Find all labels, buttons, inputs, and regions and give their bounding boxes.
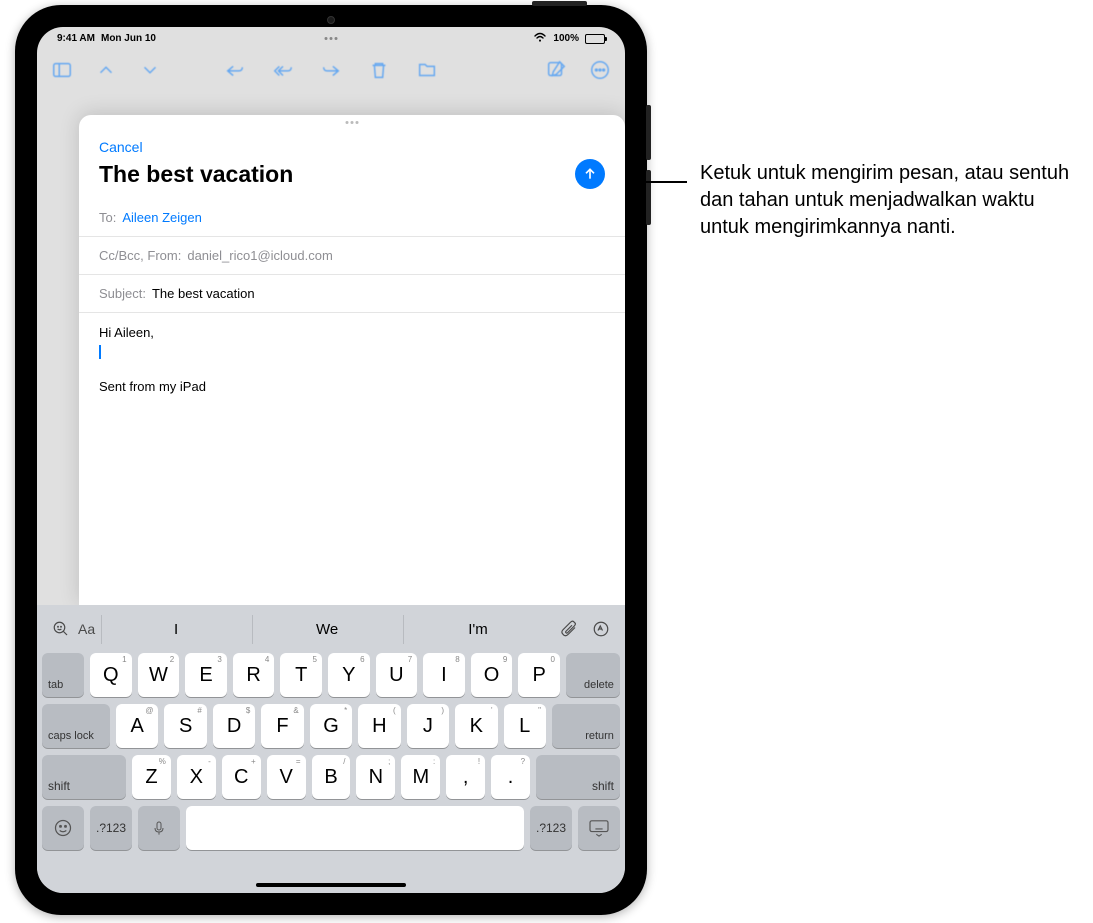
key-y[interactable]: 6Y — [328, 653, 370, 697]
ccbcc-field[interactable]: Cc/Bcc, From: daniel_rico1@icloud.com — [79, 237, 625, 275]
subject-field[interactable]: Subject: The best vacation — [79, 275, 625, 313]
key-z[interactable]: %Z — [132, 755, 171, 799]
key-q[interactable]: 1Q — [90, 653, 132, 697]
markup-icon[interactable] — [586, 614, 616, 644]
key-m[interactable]: :M — [401, 755, 440, 799]
arrow-up-icon — [582, 166, 598, 182]
shift-right-key[interactable]: shift — [536, 755, 620, 799]
battery-percent: 100% — [553, 33, 579, 44]
dismiss-keyboard-key[interactable] — [578, 806, 620, 850]
text-cursor — [99, 345, 101, 359]
key-i[interactable]: 8I — [423, 653, 465, 697]
volume-up-button[interactable] — [646, 105, 651, 160]
key-row-3: shift %Z -X +C =V /B ;N :M !, ?. shift — [42, 755, 620, 799]
to-label: To: — [99, 210, 116, 225]
suggestion-1[interactable]: I — [101, 615, 250, 644]
prev-message-icon[interactable] — [95, 59, 117, 81]
battery-icon — [585, 34, 605, 44]
body-greeting: Hi Aileen, — [99, 325, 605, 341]
key-l[interactable]: "L — [504, 704, 546, 748]
key-a[interactable]: @A — [116, 704, 158, 748]
message-body[interactable]: Hi Aileen, Sent from my iPad — [79, 313, 625, 605]
numbers-key-left[interactable]: .?123 — [90, 806, 132, 850]
key-s[interactable]: #S — [164, 704, 206, 748]
attachment-icon[interactable] — [554, 614, 584, 644]
compose-title: The best vacation — [99, 161, 293, 188]
key-row-1: tab 1Q 2W 3E 4R 5T 6Y 7U 8I 9O 0P delete — [42, 653, 620, 697]
cancel-button[interactable]: Cancel — [99, 139, 143, 155]
dictation-key[interactable] — [138, 806, 180, 850]
status-center-dots — [325, 37, 338, 40]
suggestion-3[interactable]: I'm — [403, 615, 552, 644]
key-h[interactable]: (H — [358, 704, 400, 748]
subject-value: The best vacation — [152, 286, 255, 301]
numbers-key-right[interactable]: .?123 — [530, 806, 572, 850]
key-row-2: caps lock @A #S $D &F *G (H )J 'K "L ret… — [42, 704, 620, 748]
ipad-device-frame: 9:41 AM Mon Jun 10 100% — [15, 5, 647, 915]
key-t[interactable]: 5T — [280, 653, 322, 697]
power-button[interactable] — [532, 1, 587, 6]
capslock-key[interactable]: caps lock — [42, 704, 110, 748]
to-recipient[interactable]: Aileen Zeigen — [122, 210, 202, 225]
suggestion-bar: Aa I We I'm — [42, 609, 620, 649]
ccbcc-label: Cc/Bcc, From: — [99, 248, 181, 263]
key-r[interactable]: 4R — [233, 653, 275, 697]
mail-toolbar — [37, 49, 625, 91]
status-bar: 9:41 AM Mon Jun 10 100% — [37, 27, 625, 47]
key-u[interactable]: 7U — [376, 653, 418, 697]
key-x[interactable]: -X — [177, 755, 216, 799]
compose-sheet: Cancel The best vacation To: Aileen Zeig… — [79, 115, 625, 605]
key-o[interactable]: 9O — [471, 653, 513, 697]
key-n[interactable]: ;N — [356, 755, 395, 799]
shift-left-key[interactable]: shift — [42, 755, 126, 799]
trash-icon[interactable] — [368, 59, 390, 81]
volume-down-button[interactable] — [646, 170, 651, 225]
key-j[interactable]: )J — [407, 704, 449, 748]
sheet-more-icon[interactable] — [346, 121, 359, 124]
emoji-search-icon[interactable] — [46, 614, 76, 644]
key-c[interactable]: +C — [222, 755, 261, 799]
key-row-4: .?123 .?123 — [42, 806, 620, 850]
key-b[interactable]: /B — [312, 755, 351, 799]
key-e[interactable]: 3E — [185, 653, 227, 697]
key-f[interactable]: &F — [261, 704, 303, 748]
key-period[interactable]: ?. — [491, 755, 530, 799]
reply-icon[interactable] — [224, 59, 246, 81]
onscreen-keyboard: Aa I We I'm tab 1Q 2W 3E 4R 5T — [37, 605, 625, 893]
delete-key[interactable]: delete — [566, 653, 620, 697]
home-indicator[interactable] — [256, 883, 406, 887]
sidebar-toggle-icon[interactable] — [51, 59, 73, 81]
key-k[interactable]: 'K — [455, 704, 497, 748]
from-value: daniel_rico1@icloud.com — [187, 248, 332, 263]
send-button[interactable] — [575, 159, 605, 189]
callout-text: Ketuk untuk mengirim pesan, atau sentuh … — [700, 160, 1080, 241]
front-camera — [327, 16, 335, 24]
more-icon[interactable] — [589, 59, 611, 81]
key-v[interactable]: =V — [267, 755, 306, 799]
reply-all-icon[interactable] — [272, 59, 294, 81]
emoji-key[interactable] — [42, 806, 84, 850]
key-g[interactable]: *G — [310, 704, 352, 748]
compose-icon[interactable] — [545, 59, 567, 81]
text-format-button[interactable]: Aa — [78, 621, 95, 637]
suggestion-2[interactable]: We — [252, 615, 401, 644]
return-key[interactable]: return — [552, 704, 620, 748]
spacebar-key[interactable] — [186, 806, 524, 850]
subject-label: Subject: — [99, 286, 146, 301]
move-folder-icon[interactable] — [416, 59, 438, 81]
forward-icon[interactable] — [320, 59, 342, 81]
key-d[interactable]: $D — [213, 704, 255, 748]
body-signature: Sent from my iPad — [99, 379, 605, 395]
wifi-icon — [533, 32, 547, 45]
key-comma[interactable]: !, — [446, 755, 485, 799]
status-date: Mon Jun 10 — [101, 33, 156, 44]
to-field[interactable]: To: Aileen Zeigen — [79, 199, 625, 237]
ipad-screen: 9:41 AM Mon Jun 10 100% — [37, 27, 625, 893]
next-message-icon[interactable] — [139, 59, 161, 81]
key-p[interactable]: 0P — [518, 653, 560, 697]
key-w[interactable]: 2W — [138, 653, 180, 697]
status-time: 9:41 AM — [57, 33, 95, 44]
tab-key[interactable]: tab — [42, 653, 84, 697]
